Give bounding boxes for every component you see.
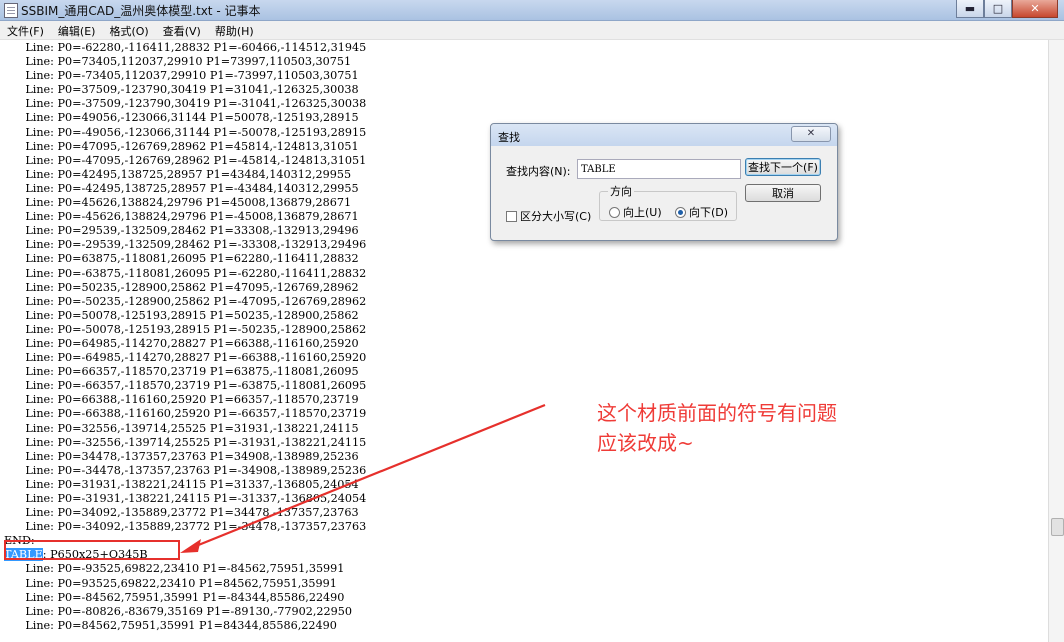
annotation-text: 这个材质前面的符号有问题 应该改成~	[597, 398, 837, 458]
find-dialog-close-button[interactable]: ✕	[791, 126, 831, 142]
annotation-line-1: 这个材质前面的符号有问题	[597, 401, 837, 425]
checkbox-icon	[506, 210, 517, 222]
text-line: Line: P0=-49056,-123066,31144 P1=-50078,…	[4, 125, 367, 139]
text-line: Line: P0=47095,-126769,28962 P1=45814,-1…	[4, 139, 359, 153]
text-line: Line: P0=-47095,-126769,28962 P1=-45814,…	[4, 153, 367, 167]
text-line: Line: P0=-84562,75951,35991 P1=-84344,85…	[4, 590, 345, 604]
find-dialog-title: 查找	[498, 131, 520, 144]
window-title: SSBIM_通用CAD_温州奥体模型.txt - 记事本	[21, 4, 261, 18]
text-line: Line: P0=-45626,138824,29796 P1=-45008,1…	[4, 210, 359, 224]
window-controls: ▬ □ ✕	[956, 0, 1058, 18]
text-line: Line: P0=-50235,-128900,25862 P1=-47095,…	[4, 294, 367, 308]
match-case-checkbox[interactable]: 区分大小写(C)	[506, 208, 591, 224]
text-line: Line: P0=66357,-118570,23719 P1=63875,-1…	[4, 365, 359, 379]
radio-unchecked-icon	[609, 206, 620, 218]
find-what-input[interactable]	[577, 159, 741, 179]
text-line: Line: P0=93525,69822,23410 P1=84562,7595…	[4, 576, 337, 590]
menu-format[interactable]: 格式(O)	[102, 21, 155, 39]
text-line: Line: P0=42495,138725,28957 P1=43484,140…	[4, 167, 352, 181]
minimize-button[interactable]: ▬	[956, 0, 984, 18]
text-line: Line: P0=32556,-139714,25525 P1=31931,-1…	[4, 421, 359, 435]
close-window-button[interactable]: ✕	[1012, 0, 1058, 18]
menu-file[interactable]: 文件(F)	[0, 21, 51, 39]
text-line: Line: P0=49056,-123066,31144 P1=50078,-1…	[4, 111, 359, 125]
annotation-line-2: 应该改成~	[597, 431, 694, 455]
text-line: Line: P0=34478,-137357,23763 P1=34908,-1…	[4, 449, 359, 463]
text-line: Line: P0=-50078,-125193,28915 P1=-50235,…	[4, 322, 367, 336]
text-line: Line: P0=29539,-132509,28462 P1=33308,-1…	[4, 224, 359, 238]
text-line: Line: P0=-34092,-135889,23772 P1=-34478,…	[4, 520, 367, 534]
find-dialog-titlebar[interactable]: 查找 ✕	[491, 124, 837, 146]
text-line: Line: P0=37509,-123790,30419 P1=31041,-1…	[4, 83, 359, 97]
text-line: Line: P0=-93525,69822,23410 P1=-84562,75…	[4, 562, 345, 576]
direction-up-label: 向上(U)	[623, 206, 662, 219]
menu-view[interactable]: 查看(V)	[156, 21, 208, 39]
text-line: Line: P0=-32556,-139714,25525 P1=-31931,…	[4, 435, 367, 449]
find-what-label: 查找内容(N):	[506, 165, 571, 178]
text-line: Line: P0=-73405,112037,29910 P1=-73997,1…	[4, 69, 359, 83]
text-line: Line: P0=50235,-128900,25862 P1=47095,-1…	[4, 280, 359, 294]
text-line: Line: P0=-63875,-118081,26095 P1=-62280,…	[4, 266, 367, 280]
text-line: Line: P0=64985,-114270,28827 P1=66388,-1…	[4, 336, 359, 350]
text-line: Line: P0=73405,112037,29910 P1=73997,110…	[4, 55, 352, 69]
text-line: Line: P0=31931,-138221,24115 P1=31337,-1…	[4, 477, 359, 491]
text-line: Line: P0=-80826,-83679,35169 P1=-89130,-…	[4, 604, 352, 618]
find-next-button[interactable]: 查找下一个(F)	[745, 158, 821, 176]
text-line: Line: P0=34092,-135889,23772 P1=34478,-1…	[4, 506, 359, 520]
text-line: Line: P0=-42495,138725,28957 P1=-43484,1…	[4, 181, 359, 195]
text-line: Line: P0=66388,-116160,25920 P1=66357,-1…	[4, 393, 359, 407]
direction-down-radio[interactable]: 向下(D)	[675, 204, 728, 220]
direction-label: 方向	[608, 183, 634, 199]
match-case-label: 区分大小写(C)	[520, 210, 592, 223]
direction-up-radio[interactable]: 向上(U)	[609, 204, 662, 220]
direction-down-label: 向下(D)	[689, 206, 729, 219]
annotation-highlight-box	[4, 540, 180, 560]
menu-edit[interactable]: 编辑(E)	[51, 21, 103, 39]
radio-checked-icon	[675, 206, 686, 218]
text-line: Line: P0=63875,-118081,26095 P1=62280,-1…	[4, 252, 359, 266]
notepad-icon	[4, 3, 18, 18]
text-line: Line: P0=-37509,-123790,30419 P1=-31041,…	[4, 97, 367, 111]
scrollbar-thumb[interactable]	[1051, 518, 1064, 536]
title-bar: SSBIM_通用CAD_温州奥体模型.txt - 记事本 ▬ □ ✕	[0, 0, 1064, 21]
menu-bar: 文件(F) 编辑(E) 格式(O) 查看(V) 帮助(H)	[0, 21, 1064, 40]
text-line: Line: P0=50078,-125193,28915 P1=50235,-1…	[4, 308, 359, 322]
find-dialog: 查找 ✕ 查找内容(N): 查找下一个(F) 取消 方向 向上(U) 向下(D)…	[490, 123, 838, 241]
menu-help[interactable]: 帮助(H)	[208, 21, 261, 39]
text-line: Line: P0=-31931,-138221,24115 P1=-31337,…	[4, 492, 367, 505]
text-line: Line: P0=-66357,-118570,23719 P1=-63875,…	[4, 379, 367, 393]
text-line: Line: P0=-29539,-132509,28462 P1=-33308,…	[4, 238, 367, 252]
text-line: Line: P0=45626,138824,29796 P1=45008,136…	[4, 196, 352, 210]
text-line: Line: P0=-66388,-116160,25920 P1=-66357,…	[4, 407, 367, 421]
text-line: Line: P0=84562,75951,35991 P1=84344,8558…	[4, 618, 337, 632]
vertical-scrollbar[interactable]	[1048, 40, 1064, 642]
text-line: Line: P0=-34478,-137357,23763 P1=-34908,…	[4, 463, 367, 477]
text-line: Line: P0=-64985,-114270,28827 P1=-66388,…	[4, 351, 367, 365]
text-line: Line: P0=-62280,-116411,28832 P1=-60466,…	[4, 41, 367, 54]
cancel-button[interactable]: 取消	[745, 184, 821, 202]
maximize-button[interactable]: □	[984, 0, 1012, 18]
